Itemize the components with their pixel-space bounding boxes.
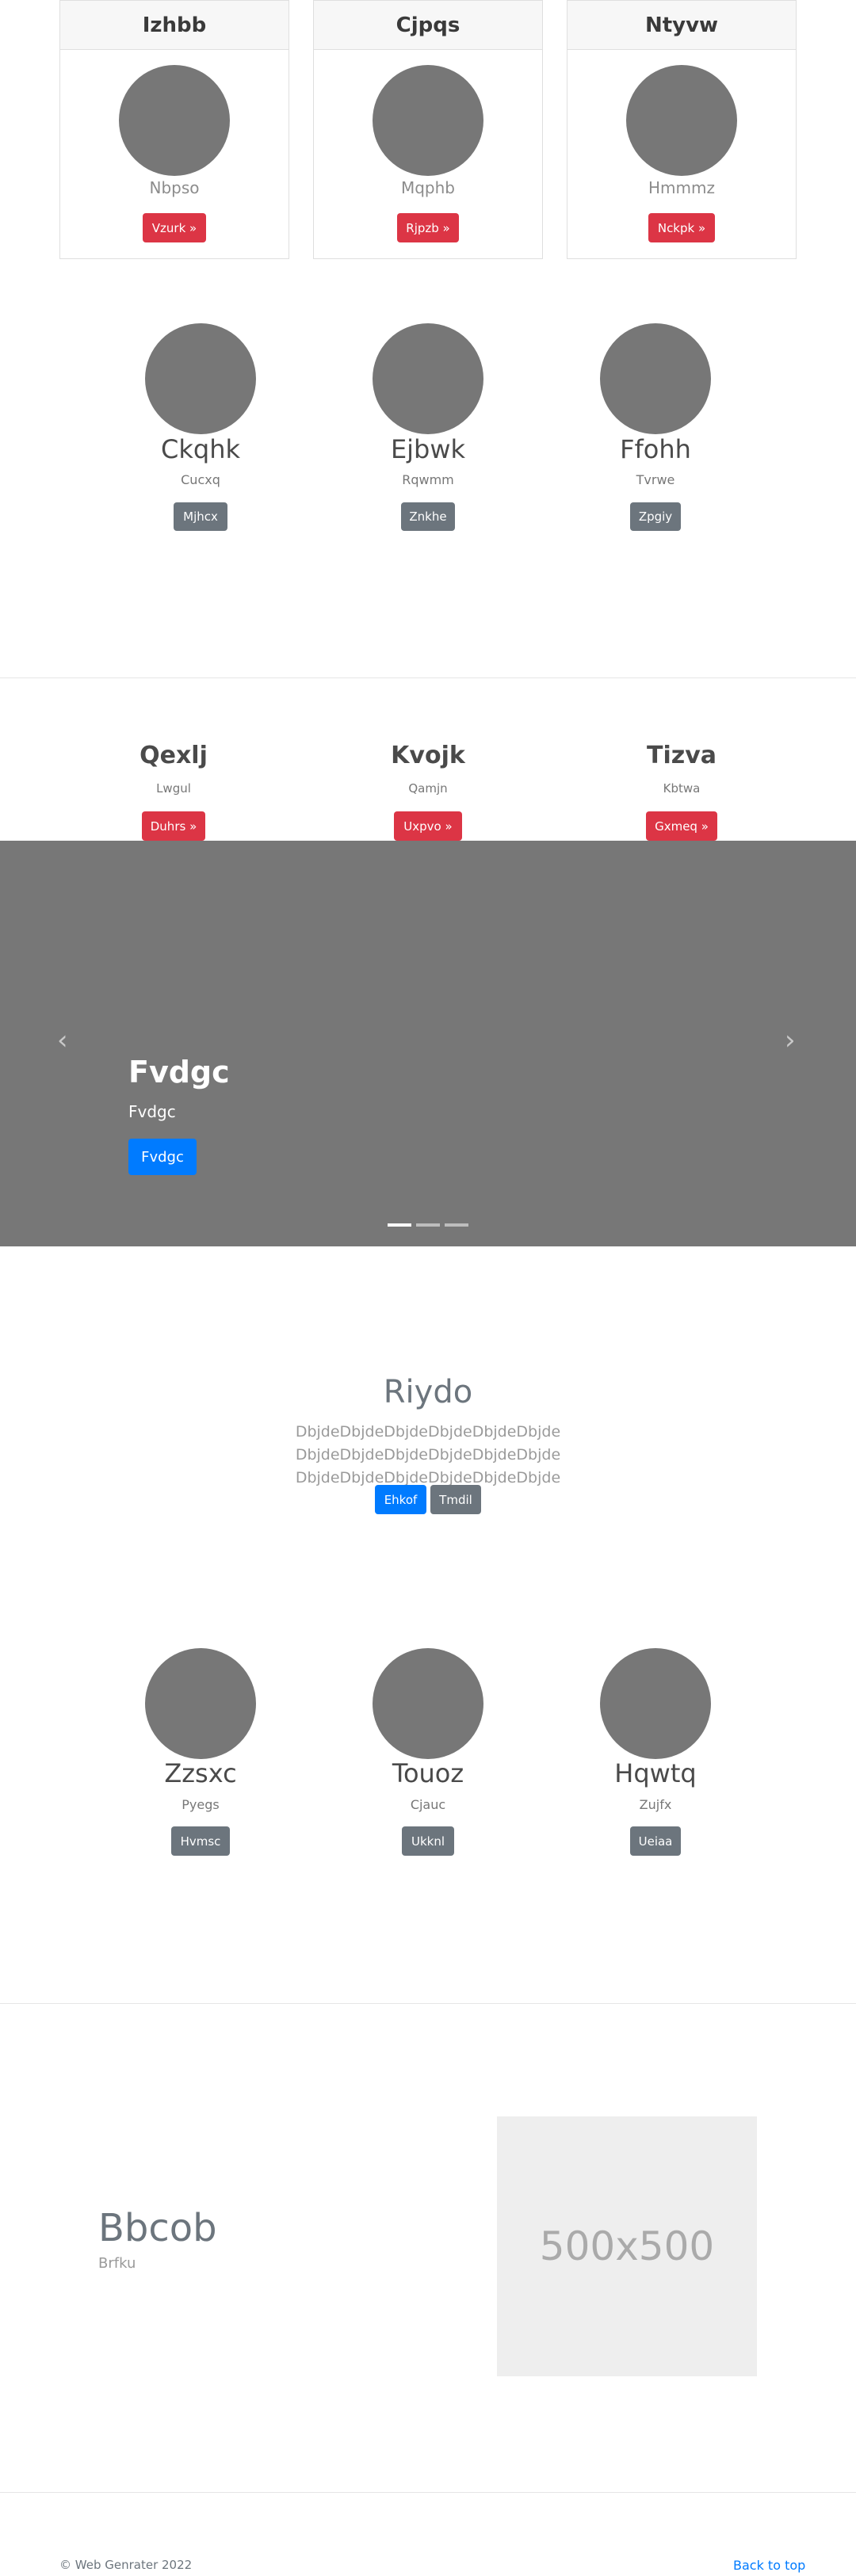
hero-text: DbjdeDbjdeDbjdeDbjdeDbjdeDbjde DbjdeDbjd… — [295, 1423, 561, 1486]
avatar — [373, 1648, 483, 1759]
carousel-indicator-1[interactable] — [388, 1223, 411, 1227]
card-button[interactable]: Rjpzb » — [397, 213, 459, 242]
avatar — [119, 65, 230, 176]
member-button[interactable]: Hvmsc — [171, 1826, 230, 1856]
avatar — [145, 1648, 256, 1759]
member-name: Ckqhk — [161, 434, 240, 464]
carousel-indicator-3[interactable] — [445, 1223, 468, 1227]
carousel: ‹ › Fvdgc Fvdgc Fvdgc — [0, 841, 856, 1246]
avatar — [600, 323, 711, 434]
member-button[interactable]: Gxmeq » — [646, 811, 717, 841]
hero-title: Riydo — [383, 1374, 473, 1410]
card-subtitle: Mqphb — [400, 178, 456, 197]
member-subtitle: Tvrwe — [636, 472, 675, 487]
member-button[interactable]: Ukknl — [402, 1826, 454, 1856]
carousel-button[interactable]: Fvdgc — [128, 1139, 197, 1175]
member-name: Tizva — [646, 742, 717, 769]
member-subtitle: Pyegs — [182, 1797, 220, 1812]
avatar — [600, 1648, 711, 1759]
member-button[interactable]: Duhrs » — [142, 811, 205, 841]
member-name: Qexlj — [139, 742, 208, 769]
carousel-indicator-2[interactable] — [416, 1223, 440, 1227]
member-button[interactable]: Mjhcx — [174, 502, 227, 531]
member-subtitle: Lwgul — [156, 781, 191, 796]
chevron-right-icon[interactable]: › — [785, 1025, 796, 1056]
card-title: Ntyvw — [567, 1, 796, 50]
card-izhbb: Izhbb Nbpso Vzurk » — [59, 0, 289, 259]
avatar — [373, 65, 483, 176]
member-subtitle: Kbtwa — [663, 781, 701, 796]
member-subtitle: Rqwmm — [402, 472, 454, 487]
card-button[interactable]: Nckpk » — [648, 213, 715, 242]
member-button[interactable]: Ueiaa — [630, 1826, 681, 1856]
member-name: Hqwtq — [614, 1758, 697, 1788]
card-subtitle: Hmmmz — [648, 178, 715, 197]
member-name: Touoz — [392, 1758, 464, 1788]
back-to-top-link[interactable]: Back to top — [733, 2558, 805, 2573]
member-name: Kvojk — [391, 742, 465, 769]
member-button[interactable]: Uxpvo » — [394, 811, 462, 841]
card-ntyvw: Ntyvw Hmmmz Nckpk » — [567, 0, 797, 259]
card-button[interactable]: Vzurk » — [143, 213, 206, 242]
carousel-subtitle: Fvdgc — [128, 1102, 176, 1121]
member-subtitle: Qamjn — [408, 781, 448, 796]
card-title: Cjpqs — [314, 1, 542, 50]
chevron-left-icon[interactable]: ‹ — [57, 1025, 68, 1056]
feature-subtitle: Brfku — [98, 2255, 136, 2272]
hero-secondary-button[interactable]: Tmdil — [430, 1485, 481, 1514]
divider — [0, 677, 856, 678]
card-title: Izhbb — [60, 1, 289, 50]
member-subtitle: Cucxq — [181, 472, 220, 487]
member-subtitle: Cjauc — [410, 1797, 446, 1812]
placeholder-image: 500x500 — [497, 2116, 757, 2376]
member-name: Ejbwk — [390, 434, 466, 464]
avatar — [145, 323, 256, 434]
member-name: Ffohh — [620, 434, 691, 464]
avatar — [373, 323, 483, 434]
feature-title: Bbcob — [98, 2206, 217, 2250]
card-subtitle: Nbpso — [149, 178, 200, 197]
card-cjpqs: Cjpqs Mqphb Rjpzb » — [313, 0, 543, 259]
divider — [0, 2492, 856, 2493]
hero-primary-button[interactable]: Ehkof — [375, 1485, 426, 1514]
member-button[interactable]: Znkhe — [401, 502, 455, 531]
member-button[interactable]: Zpgiy — [630, 502, 681, 531]
divider — [0, 2003, 856, 2004]
member-name: Zzsxc — [164, 1758, 237, 1788]
member-subtitle: Zujfx — [639, 1797, 672, 1812]
avatar — [626, 65, 737, 176]
footer-copyright: © Web Genrater 2022 — [59, 2558, 193, 2572]
carousel-title: Fvdgc — [128, 1055, 230, 1090]
